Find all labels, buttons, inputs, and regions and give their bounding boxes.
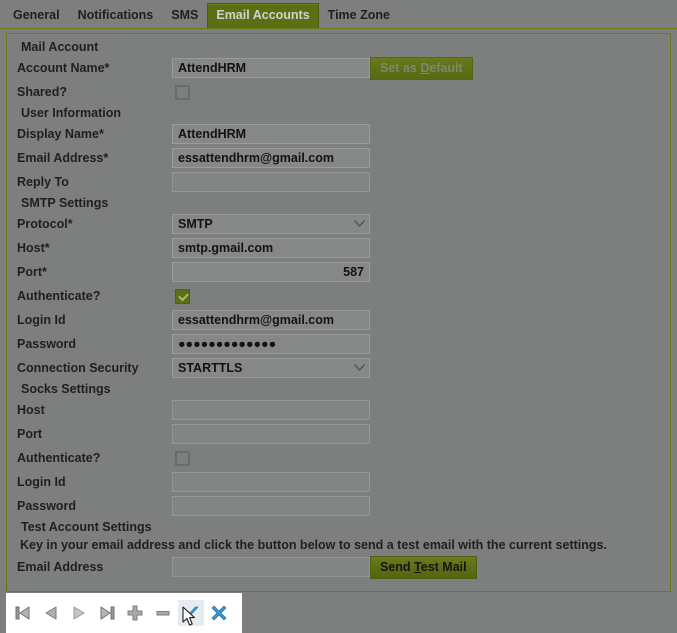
next-icon <box>70 604 88 622</box>
add-record-button[interactable] <box>122 600 148 626</box>
group-header-mail-account: Mail Account <box>21 40 99 54</box>
group-header-smtp-settings: SMTP Settings <box>21 196 109 210</box>
row-authenticate-smtp: Authenticate? <box>7 284 670 308</box>
row-connection-security: Connection Security <box>7 356 670 380</box>
password-socks-label: Password <box>17 499 77 513</box>
host-input[interactable] <box>172 238 370 258</box>
protocol-label: Protocol* <box>17 217 73 231</box>
connection-security-value[interactable] <box>172 358 370 378</box>
group-header-socks-settings: Socks Settings <box>21 382 111 396</box>
test-email-address-input[interactable] <box>172 557 370 577</box>
cancel-record-button[interactable] <box>206 600 232 626</box>
email-account-form: Mail Account Account Name* Set as Defaul… <box>7 34 670 579</box>
test-account-hint: Key in your email address and click the … <box>20 538 607 552</box>
first-record-button[interactable] <box>10 600 36 626</box>
login-id-smtp-input[interactable] <box>172 310 370 330</box>
group-header-user-information: User Information <box>21 106 122 120</box>
next-record-button[interactable] <box>66 600 92 626</box>
tab-email-accounts[interactable]: Email Accounts <box>207 3 319 28</box>
row-shared: Shared? <box>7 80 670 104</box>
authenticate-smtp-label: Authenticate? <box>17 289 101 303</box>
last-record-button[interactable] <box>94 600 120 626</box>
socks-port-label: Port <box>17 427 42 441</box>
login-id-smtp-label: Login Id <box>17 313 66 327</box>
send-test-mail-button[interactable]: Send Test Mail <box>370 555 477 579</box>
protocol-value[interactable] <box>172 214 370 234</box>
email-address-label: Email Address* <box>17 151 109 165</box>
row-login-id-smtp: Login Id <box>7 308 670 332</box>
row-account-name: Account Name* Set as Default <box>7 56 670 80</box>
group-header-test-account-settings: Test Account Settings <box>21 520 152 534</box>
record-navigation-toolbar <box>6 593 242 633</box>
reply-to-input[interactable] <box>172 172 370 192</box>
row-display-name: Display Name* <box>7 122 670 146</box>
row-password-smtp: Password <box>7 332 670 356</box>
password-socks-input[interactable] <box>172 496 370 516</box>
password-smtp-input[interactable] <box>172 334 370 354</box>
email-address-input[interactable] <box>172 148 370 168</box>
host-label: Host* <box>17 241 50 255</box>
row-protocol: Protocol* <box>7 212 670 236</box>
minus-icon <box>154 604 172 622</box>
authenticate-smtp-checkbox[interactable] <box>175 288 190 304</box>
row-reply-to: Reply To <box>7 170 670 194</box>
tab-notifications[interactable]: Notifications <box>69 3 163 28</box>
account-name-input[interactable] <box>172 58 370 78</box>
tab-sms[interactable]: SMS <box>162 3 207 28</box>
reply-to-label: Reply To <box>17 175 69 189</box>
row-login-id-socks: Login Id <box>7 470 670 494</box>
account-name-label: Account Name* <box>17 61 110 75</box>
tab-general[interactable]: General <box>4 3 69 28</box>
port-label: Port* <box>17 265 47 279</box>
row-socks-port: Port <box>7 422 670 446</box>
display-name-label: Display Name* <box>17 127 104 141</box>
authenticate-socks-checkbox[interactable] <box>175 450 190 466</box>
login-id-socks-input[interactable] <box>172 472 370 492</box>
check-icon <box>182 604 200 622</box>
display-name-input[interactable] <box>172 124 370 144</box>
email-accounts-panel: Mail Account Account Name* Set as Defaul… <box>6 33 671 592</box>
set-as-default-button[interactable]: Set as Default <box>370 56 473 80</box>
row-password-socks: Password <box>7 494 670 518</box>
tab-time-zone[interactable]: Time Zone <box>319 3 399 28</box>
row-email-address: Email Address* <box>7 146 670 170</box>
previous-icon <box>42 604 60 622</box>
socks-host-label: Host <box>17 403 45 417</box>
connection-security-select[interactable] <box>172 358 370 378</box>
commit-record-button[interactable] <box>178 600 204 626</box>
row-test-email-address: Email Address Send Test Mail <box>7 555 670 579</box>
shared-checkbox[interactable] <box>175 84 190 100</box>
test-email-address-label: Email Address <box>17 560 104 574</box>
port-input[interactable] <box>172 262 370 282</box>
login-id-socks-label: Login Id <box>17 475 66 489</box>
cross-icon <box>210 604 228 622</box>
row-authenticate-socks: Authenticate? <box>7 446 670 470</box>
row-socks-host: Host <box>7 398 670 422</box>
delete-record-button[interactable] <box>150 600 176 626</box>
password-smtp-label: Password <box>17 337 77 351</box>
previous-record-button[interactable] <box>38 600 64 626</box>
tab-bar: General Notifications SMS Email Accounts… <box>0 0 677 29</box>
socks-port-input[interactable] <box>172 424 370 444</box>
shared-label: Shared? <box>17 85 68 99</box>
first-icon <box>14 604 32 622</box>
plus-icon <box>126 604 144 622</box>
row-host: Host* <box>7 236 670 260</box>
connection-security-label: Connection Security <box>17 361 139 375</box>
last-icon <box>98 604 116 622</box>
row-port: Port* <box>7 260 670 284</box>
socks-host-input[interactable] <box>172 400 370 420</box>
protocol-select[interactable] <box>172 214 370 234</box>
authenticate-socks-label: Authenticate? <box>17 451 101 465</box>
